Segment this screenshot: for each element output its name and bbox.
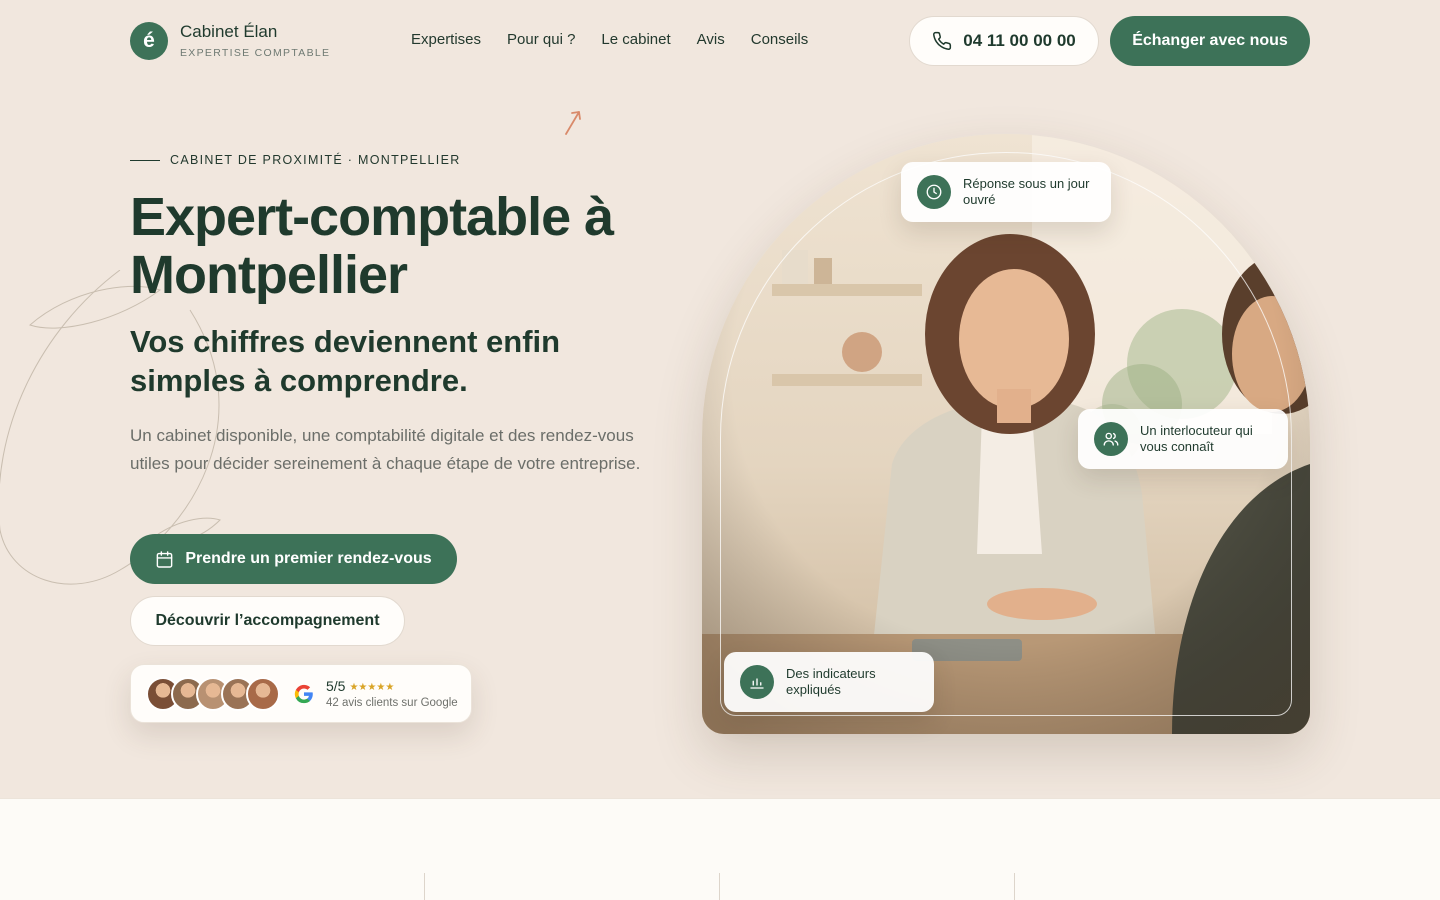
- google-reviews-card[interactable]: 5/5 ★★★★★ 42 avis clients sur Google: [130, 664, 472, 723]
- clock-icon: [917, 175, 951, 209]
- calendar-icon: [157, 550, 173, 568]
- title-line-2: Montpellier: [130, 245, 408, 305]
- users-icon: [1094, 422, 1128, 456]
- nav-item-avis[interactable]: Avis: [697, 31, 725, 48]
- discover-support-button[interactable]: Découvrir l’accompagnement: [130, 596, 405, 646]
- badge-response-time-text: Réponse sous un jour ouvré: [963, 176, 1090, 207]
- column-divider: [424, 873, 425, 900]
- nav-item-le-cabinet[interactable]: Le cabinet: [601, 31, 670, 48]
- rating-value: 5/5: [326, 678, 346, 694]
- badge-response-time: Réponse sous un jour ouvré: [901, 162, 1111, 222]
- book-appointment-label: Prendre un premier rendez-vous: [185, 550, 432, 567]
- bar-chart-icon: [740, 665, 774, 699]
- next-section: [0, 798, 1440, 900]
- nav-item-expertises[interactable]: Expertises: [411, 31, 481, 48]
- badge-dedicated-contact-text: Un interlocuteur qui vous connaît: [1140, 423, 1253, 454]
- hero-lead: Un cabinet disponible, une comptabilité …: [130, 426, 641, 473]
- phone-number: 04 11 00 00 00: [963, 31, 1076, 50]
- brand-tagline: EXPERTISE COMPTABLE: [180, 47, 331, 59]
- subtitle-line-2: simples à comprendre.: [130, 363, 468, 398]
- badge-indicators-text: Des indicateurs expliqués: [786, 666, 876, 697]
- column-divider: [719, 873, 720, 900]
- main-nav: Expertises Pour qui ? Le cabinet Avis Co…: [411, 31, 808, 48]
- page-title: Expert-comptable à Montpellier: [130, 188, 690, 304]
- phone-icon: [933, 31, 952, 50]
- column-divider: [1014, 873, 1015, 900]
- avatar: [246, 677, 280, 711]
- nav-item-conseils[interactable]: Conseils: [751, 31, 809, 48]
- badge-indicators: Des indicateurs expliqués: [724, 652, 934, 712]
- subtitle-line-1: Vos chiffres deviennent enfin: [130, 324, 561, 359]
- logo-badge[interactable]: é: [130, 22, 168, 60]
- brand-name[interactable]: Cabinet Élan: [180, 22, 277, 42]
- badge-dedicated-contact: Un interlocuteur qui vous connaît: [1078, 409, 1288, 469]
- hero-subtitle: Vos chiffres deviennent enfin simples à …: [130, 322, 610, 400]
- client-avatars: [146, 677, 280, 711]
- google-icon: [294, 684, 313, 704]
- reviews-count: 42 avis clients sur Google: [326, 697, 458, 709]
- arrow-decoration: [565, 111, 581, 135]
- hero-section: é Cabinet Élan EXPERTISE COMPTABLE Exper…: [0, 0, 1440, 798]
- nav-item-pour-qui[interactable]: Pour qui ?: [507, 31, 575, 48]
- book-appointment-button[interactable]: Prendre un premier rendez-vous: [130, 534, 457, 584]
- eyebrow-text: CABINET DE PROXIMITÉ · MONTPELLIER: [170, 153, 461, 167]
- eyebrow-line: [130, 159, 160, 161]
- rating-score: 5/5 ★★★★★: [326, 678, 394, 694]
- hero-eyebrow: CABINET DE PROXIMITÉ · MONTPELLIER: [130, 153, 461, 167]
- title-line-1: Expert-comptable à: [130, 187, 614, 247]
- phone-button[interactable]: 04 11 00 00 00: [909, 16, 1099, 66]
- contact-cta-button[interactable]: Échanger avec nous: [1110, 16, 1310, 66]
- rating-stars: ★★★★★: [349, 682, 395, 693]
